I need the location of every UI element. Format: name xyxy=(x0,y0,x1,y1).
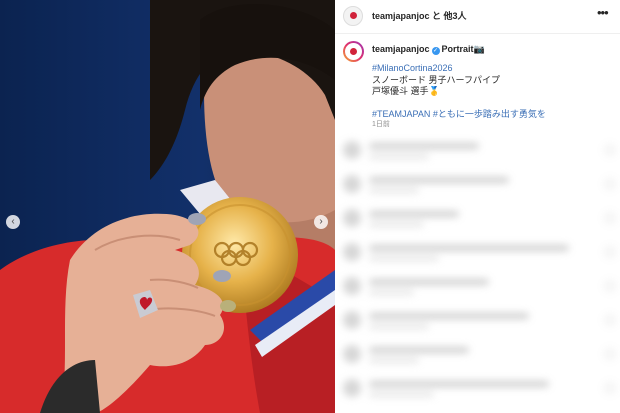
account-avatar[interactable] xyxy=(343,6,363,26)
comment-avatar xyxy=(343,277,361,295)
comment-placeholder xyxy=(369,290,414,295)
more-options-icon[interactable]: ••• xyxy=(597,5,609,20)
comment-row xyxy=(343,139,615,169)
post-authors[interactable]: teamjapanjoc と 他3人 xyxy=(372,9,467,22)
comment-placeholder xyxy=(369,222,424,227)
previous-image-button[interactable]: ‹ xyxy=(6,215,20,229)
hashtag-link[interactable]: #MilanoCortina2026 xyxy=(372,63,546,75)
comment-placeholder xyxy=(369,154,429,159)
comment-avatar xyxy=(343,243,361,261)
like-icon xyxy=(605,383,615,393)
comment-row xyxy=(343,343,615,373)
post-photo[interactable]: ‹ › xyxy=(0,0,335,413)
post-caption: teamjapanjoc ✓ Portrait📷 #MilanoCortina202… xyxy=(335,34,620,134)
post-timestamp[interactable]: 1日前 xyxy=(372,119,390,129)
comment-placeholder xyxy=(369,256,439,261)
post-side-panel: teamjapanjoc と 他3人 ••• teamjapanjoc ✓ Port… xyxy=(335,0,620,413)
caption-username[interactable]: teamjapanjoc xyxy=(372,44,430,54)
caption-avatar-inner xyxy=(345,43,362,60)
like-icon xyxy=(605,315,615,325)
like-icon xyxy=(605,179,615,189)
comment-placeholder xyxy=(369,143,479,149)
comment-placeholder xyxy=(369,313,529,319)
comment-placeholder xyxy=(369,381,549,387)
caption-avatar[interactable] xyxy=(343,41,364,62)
caption-body: #MilanoCortina2026 スノーボード 男子ハーフパイプ 戸塚優斗 … xyxy=(372,63,546,121)
comment-placeholder xyxy=(369,347,469,353)
blurred-comments-list xyxy=(335,135,620,413)
like-icon xyxy=(605,349,615,359)
post-header: teamjapanjoc と 他3人 ••• xyxy=(335,0,620,34)
hashtag-link[interactable]: #TEAMJAPAN #ともに一歩踏み出す勇気を xyxy=(372,109,546,121)
comment-avatar xyxy=(343,209,361,227)
comment-avatar xyxy=(343,311,361,329)
next-image-button[interactable]: › xyxy=(314,215,328,229)
caption-line: 戸塚優斗 選手🥇 xyxy=(372,86,440,96)
athlete-with-medal-image xyxy=(0,0,335,413)
like-icon xyxy=(605,213,615,223)
like-icon xyxy=(605,281,615,291)
like-icon xyxy=(605,145,615,155)
comment-placeholder xyxy=(369,392,434,397)
comment-placeholder xyxy=(369,177,509,183)
instagram-post-view: ‹ › teamjapanjoc と 他3人 ••• teamjapanjoc ✓… xyxy=(0,0,620,413)
comment-placeholder xyxy=(369,211,459,217)
comment-avatar xyxy=(343,345,361,363)
comment-row xyxy=(343,207,615,237)
comment-row xyxy=(343,173,615,203)
caption-header: teamjapanjoc ✓ Portrait📷 xyxy=(372,44,485,55)
comment-placeholder xyxy=(369,188,419,193)
comment-avatar xyxy=(343,175,361,193)
like-icon xyxy=(605,247,615,257)
comment-row xyxy=(343,241,615,271)
comment-row xyxy=(343,309,615,339)
caption-line: スノーボード 男子ハーフパイプ xyxy=(372,74,500,85)
comment-row xyxy=(343,275,615,305)
comment-placeholder xyxy=(369,245,569,251)
caption-tag-label: Portrait📷 xyxy=(441,44,485,54)
comment-avatar xyxy=(343,379,361,397)
comment-placeholder xyxy=(369,279,489,285)
comment-row xyxy=(343,377,615,407)
comment-placeholder xyxy=(369,324,429,329)
comment-placeholder xyxy=(369,358,419,363)
verified-badge-icon: ✓ xyxy=(431,47,440,55)
comment-avatar xyxy=(343,141,361,159)
